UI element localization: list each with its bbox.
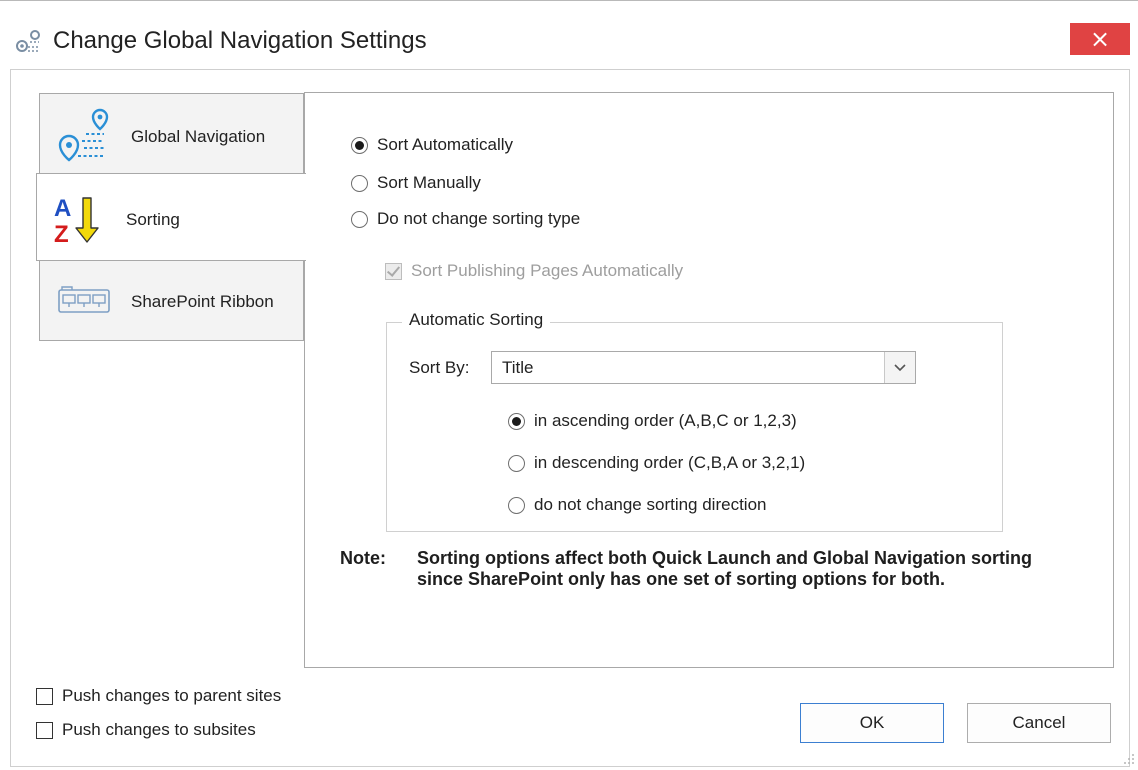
note-text: Sorting options affect both Quick Launch…: [417, 548, 1033, 589]
radio-label: in ascending order (A,B,C or 1,2,3): [534, 411, 797, 430]
checkbox-push-subsites[interactable]: Push changes to subsites: [36, 720, 256, 740]
note-heading: Note:: [340, 548, 386, 568]
chevron-down-icon[interactable]: [884, 352, 915, 383]
tab-label-global-navigation: Global Navigation: [131, 127, 266, 146]
close-button[interactable]: ×: [1070, 23, 1130, 55]
ribbon-toolbar-icon: [58, 286, 110, 321]
checkbox[interactable]: [36, 687, 53, 705]
radio-label: Sort Automatically: [377, 135, 514, 154]
radio-sort-automatically[interactable]: Sort Automatically: [351, 135, 513, 155]
radio-button[interactable]: [508, 454, 525, 472]
radio-do-not-change-sorting-type[interactable]: Do not change sorting type: [351, 209, 580, 229]
radio-sort-manually[interactable]: Sort Manually: [351, 173, 481, 193]
radio-label: Do not change sorting type: [377, 209, 581, 228]
ok-button[interactable]: OK: [800, 703, 944, 743]
dialog-window: Change Global Navigation Settings × Glob…: [0, 0, 1138, 767]
tab-global-navigation[interactable]: Global Navigation: [39, 93, 304, 175]
radio-button[interactable]: [508, 496, 525, 514]
radio-button[interactable]: [351, 174, 368, 192]
cancel-button[interactable]: Cancel: [967, 703, 1111, 743]
az-sort-arrow-icon: A Z: [51, 192, 103, 249]
tab-label-sorting: Sorting: [126, 210, 180, 229]
radio-button[interactable]: [351, 210, 368, 228]
checkbox-sort-publishing-pages[interactable]: Sort Publishing Pages Automatically: [385, 261, 683, 281]
checkbox-push-parent-sites[interactable]: Push changes to parent sites: [36, 686, 281, 706]
title-bar: Change Global Navigation Settings ×: [0, 1, 1138, 63]
sort-by-dropdown[interactable]: Title: [491, 351, 916, 384]
radio-do-not-change-direction[interactable]: do not change sorting direction: [508, 495, 767, 515]
resize-grip-icon[interactable]: [1123, 752, 1135, 764]
radio-button[interactable]: [351, 136, 368, 154]
radio-label: Sort Manually: [377, 173, 481, 192]
dialog-title: Change Global Navigation Settings: [53, 27, 427, 54]
tab-label-sharepoint-ribbon: SharePoint Ribbon: [131, 292, 274, 311]
checkbox-label: Push changes to parent sites: [62, 686, 282, 705]
sort-by-label: Sort By:: [409, 358, 470, 377]
close-icon: ×: [1089, 25, 1111, 53]
tab-sharepoint-ribbon[interactable]: SharePoint Ribbon: [39, 259, 304, 341]
radio-button[interactable]: [508, 412, 525, 430]
radio-descending-order[interactable]: in descending order (C,B,A or 3,2,1): [508, 453, 805, 473]
svg-text:A: A: [54, 195, 71, 222]
checkbox-label: Push changes to subsites: [62, 720, 256, 739]
automatic-sorting-title: Automatic Sorting: [402, 310, 551, 330]
checkbox-label: Sort Publishing Pages Automatically: [411, 261, 684, 280]
checkbox[interactable]: [36, 721, 53, 739]
radio-label: in descending order (C,B,A or 3,2,1): [534, 453, 806, 472]
navigation-map-pins-icon: [14, 27, 44, 57]
svg-text:Z: Z: [54, 221, 69, 244]
sort-by-value: Title: [502, 358, 534, 377]
tab-sorting[interactable]: A Z Sorting: [36, 173, 306, 261]
radio-label: do not change sorting direction: [534, 495, 767, 514]
map-pin-route-icon: [56, 106, 110, 167]
checkbox[interactable]: [385, 262, 402, 280]
radio-ascending-order[interactable]: in ascending order (A,B,C or 1,2,3): [508, 411, 797, 431]
